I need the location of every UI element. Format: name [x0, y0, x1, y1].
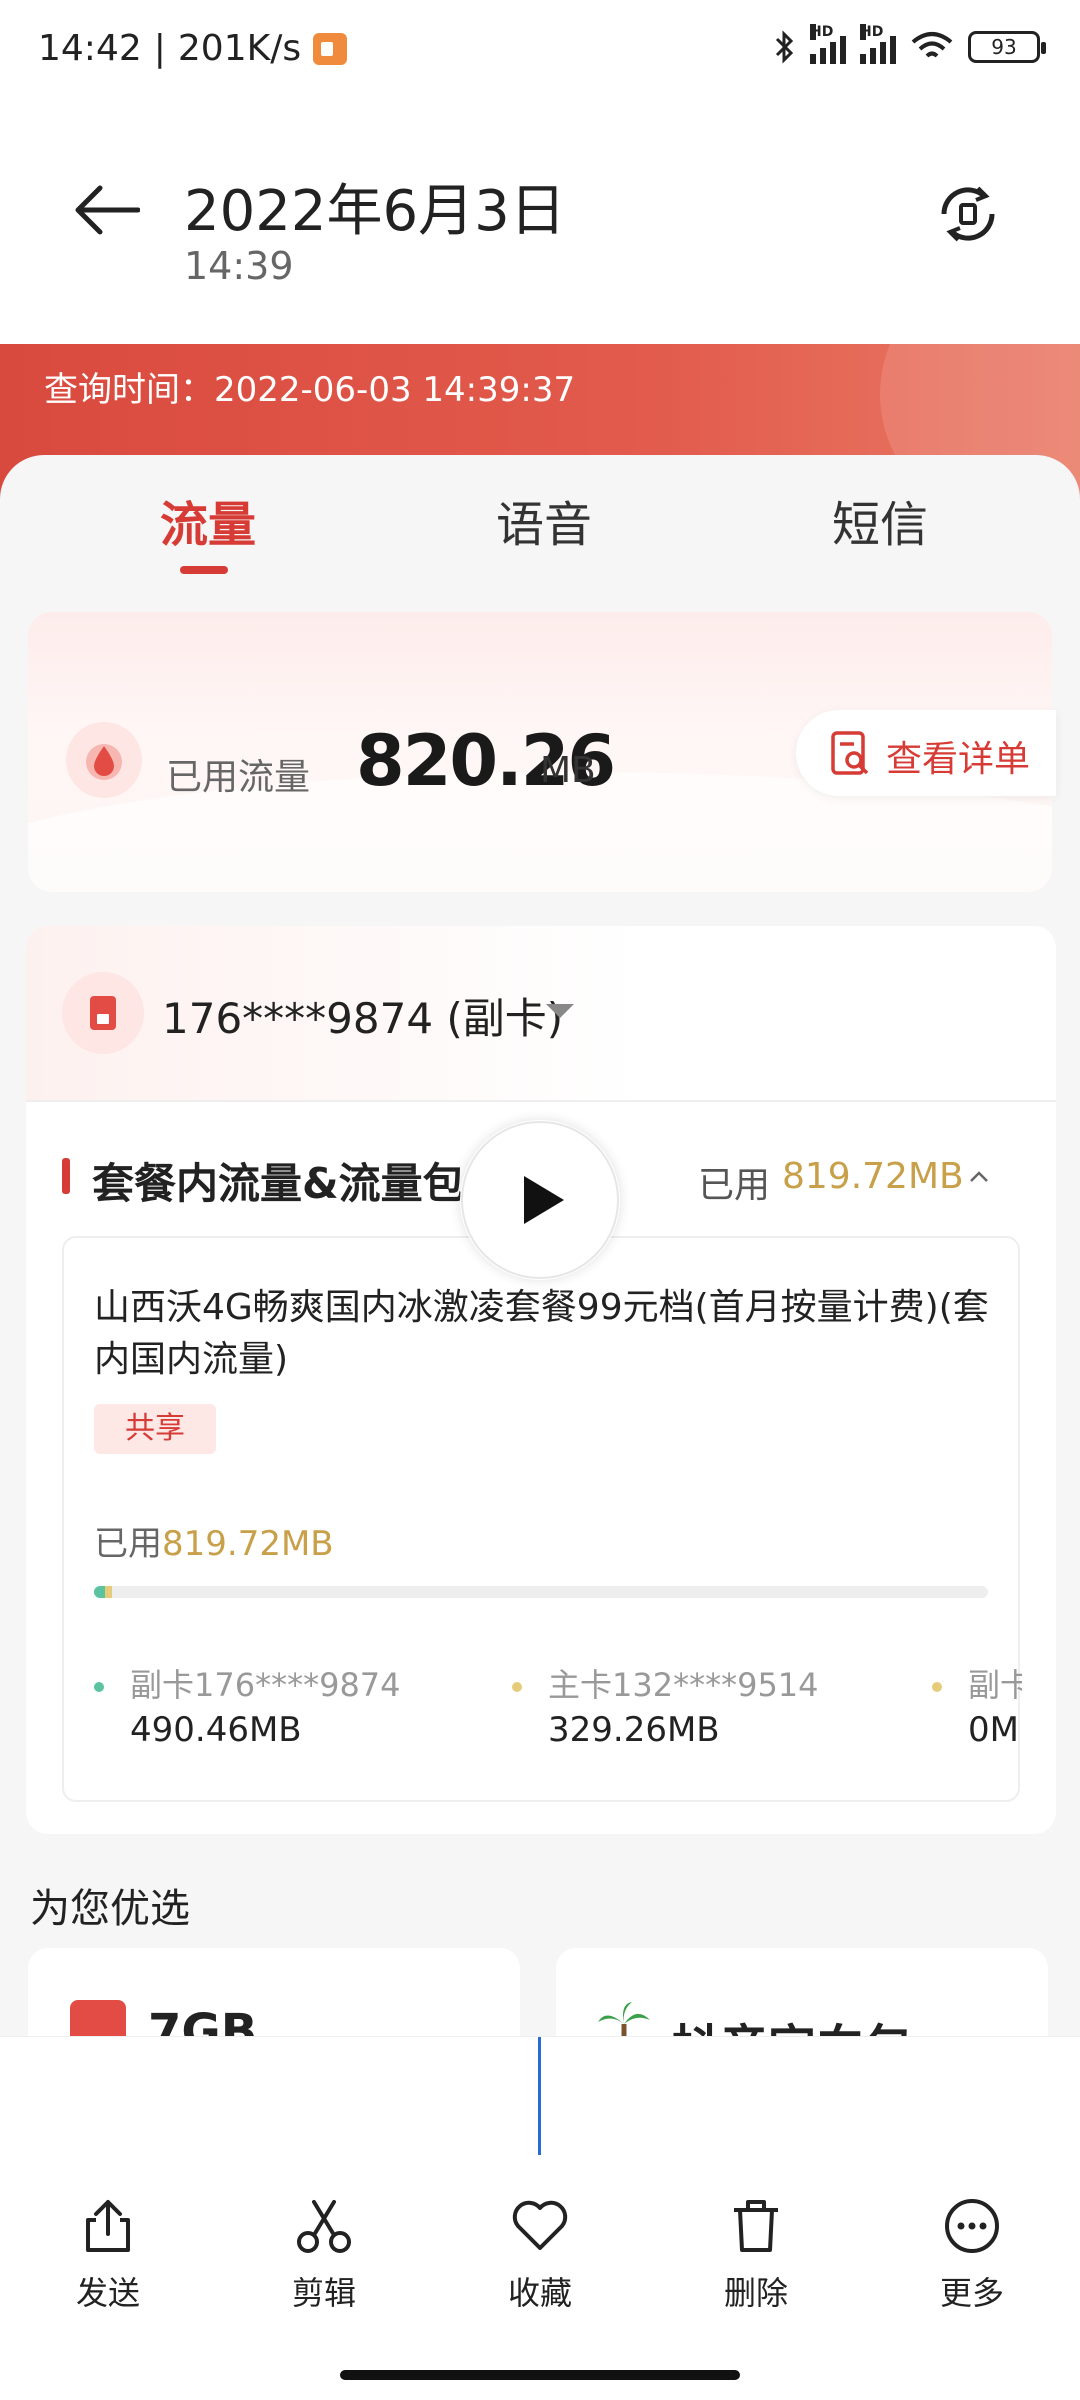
shared-tag: 共享 — [94, 1404, 216, 1454]
send-label: 发送 — [75, 2274, 140, 2312]
query-time: 查询时间：2022-06-03 14:39:37 — [44, 370, 576, 410]
member-name: 副卡176****9874 — [130, 1666, 401, 1704]
delete-button[interactable]: 删除 — [696, 2196, 816, 2314]
timeline-cursor[interactable] — [538, 2037, 541, 2155]
signal-2-icon: HD — [860, 24, 896, 64]
divider — [26, 1100, 1056, 1102]
status-bar: 14:42 | 201K/s HD HD 93 — [0, 0, 1080, 100]
package-used-prefix: 已用 — [94, 1524, 162, 1564]
send-button[interactable]: 发送 — [48, 2196, 168, 2314]
package-used-value: 819.72MB — [162, 1524, 334, 1564]
thumbnail-strip[interactable] — [0, 2036, 1080, 2156]
page-title: 2022年6月3日 — [184, 179, 566, 244]
tab-data[interactable]: 流量 — [160, 485, 256, 555]
scissors-icon — [297, 2200, 351, 2253]
home-indicator[interactable] — [340, 2370, 740, 2380]
sim-card-icon — [62, 972, 144, 1054]
member-value: 329.26MB — [548, 1710, 720, 1750]
section-used-label: 已用 — [698, 1165, 771, 1206]
rotate-screen-icon[interactable] — [932, 178, 1004, 250]
package-name: 山西沃4G畅爽国内冰激凌套餐99元档(首月按量计费)(套内国内流量) — [94, 1287, 989, 1380]
used-data-label: 已用流量 — [166, 757, 311, 798]
section-accent-bar — [62, 1158, 70, 1194]
dropdown-caret-icon[interactable] — [546, 1004, 574, 1018]
section-used-value: 819.72MB — [782, 1156, 964, 1197]
member-dot — [512, 1682, 522, 1692]
play-button-icon[interactable] — [460, 1120, 620, 1280]
phone-number[interactable]: 176****9874 (副卡) — [162, 985, 563, 1046]
member-item: 副卡 0MB — [932, 1660, 1022, 1760]
status-separator: | — [153, 28, 166, 69]
share-icon — [86, 2200, 130, 2252]
more-label: 更多 — [939, 2274, 1004, 2312]
view-details-label[interactable]: 查看详单 — [886, 730, 1030, 782]
member-name: 主卡132****9514 — [548, 1666, 819, 1704]
favorite-label: 收藏 — [507, 2274, 572, 2312]
bill-search-icon — [831, 731, 869, 775]
used-data-unit: MB — [540, 750, 596, 791]
page-subtitle-time: 14:39 — [184, 244, 294, 288]
member-dot — [932, 1682, 942, 1692]
heart-icon — [512, 2200, 568, 2250]
member-value: 490.46MB — [130, 1710, 302, 1750]
status-right: HD HD 93 — [774, 24, 1046, 64]
status-time: 14:42 — [38, 28, 142, 69]
signal-1-icon: HD — [810, 24, 846, 64]
active-tab-indicator — [180, 566, 228, 574]
tab-sms[interactable]: 短信 — [832, 485, 928, 555]
recommend-title: 为您优选 — [30, 1886, 190, 1932]
usage-progress-bar — [94, 1586, 988, 1598]
bluetooth-icon — [775, 30, 794, 64]
section-title: 套餐内流量&流量包 — [92, 1159, 465, 1208]
status-left: 14:42 | 201K/s — [38, 28, 348, 69]
network-speed: 201K/s — [177, 28, 302, 69]
delete-label: 删除 — [723, 2274, 788, 2312]
battery-indicator: 93 — [968, 31, 1046, 63]
data-drop-icon — [66, 722, 142, 798]
favorite-button[interactable]: 收藏 — [480, 2196, 600, 2314]
edit-button[interactable]: 剪辑 — [264, 2196, 384, 2314]
progress-fill-member-2 — [104, 1586, 112, 1598]
progress-fill-member-1 — [94, 1586, 105, 1598]
member-value: 0MB — [968, 1710, 1022, 1750]
tab-voice[interactable]: 语音 — [496, 485, 592, 555]
wifi-icon — [911, 32, 953, 58]
trash-icon — [734, 2200, 778, 2252]
more-icon — [945, 2199, 999, 2253]
more-button[interactable]: 更多 — [912, 2196, 1032, 2314]
edit-label: 剪辑 — [291, 2274, 356, 2312]
member-name: 副卡 — [968, 1666, 1022, 1704]
back-arrow-icon[interactable] — [70, 180, 140, 240]
screen-record-icon — [313, 32, 348, 65]
package-used: 已用819.72MB — [94, 1516, 334, 1565]
collapse-chevron-icon[interactable] — [966, 1164, 992, 1190]
member-dot — [94, 1682, 104, 1692]
